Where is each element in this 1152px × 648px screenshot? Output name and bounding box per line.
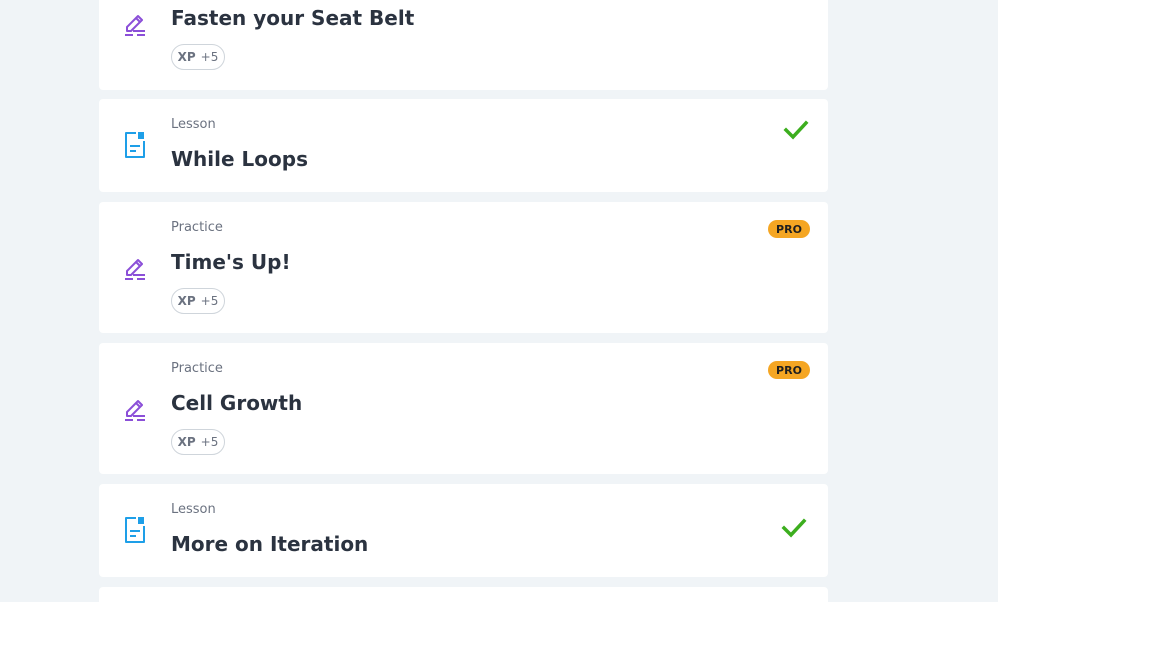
item-title: While Loops bbox=[171, 147, 308, 171]
item-title: Cell Growth bbox=[171, 391, 303, 415]
item-kind: Practice bbox=[171, 361, 223, 376]
item-title: Time's Up! bbox=[171, 250, 291, 274]
lesson-doc-icon bbox=[125, 132, 145, 158]
item-kind: Lesson bbox=[171, 502, 216, 517]
item-kind: Lesson bbox=[171, 117, 216, 132]
xp-badge: XP +5 bbox=[171, 288, 225, 314]
pencil-icon bbox=[125, 259, 145, 280]
xp-value: +5 bbox=[200, 50, 219, 64]
list-item-lesson[interactable]: Lesson While Loops bbox=[99, 99, 828, 192]
list-item-practice[interactable]: Practice Time's Up! XP +5 PRO bbox=[99, 202, 828, 333]
pencil-icon bbox=[125, 15, 145, 36]
pro-badge: PRO bbox=[768, 220, 810, 238]
item-title: Fasten your Seat Belt bbox=[171, 6, 415, 30]
course-content-panel: Fasten your Seat Belt XP +5 Lesson While… bbox=[0, 0, 998, 602]
list-item-practice[interactable]: Fasten your Seat Belt XP +5 bbox=[99, 0, 828, 90]
item-title: More on Iteration bbox=[171, 532, 369, 556]
xp-value: +5 bbox=[200, 294, 219, 308]
list-item-lesson[interactable]: Lesson More on Iteration bbox=[99, 484, 828, 577]
xp-label: XP bbox=[177, 294, 196, 308]
xp-badge: XP +5 bbox=[171, 44, 225, 70]
xp-label: XP bbox=[177, 435, 196, 449]
item-kind: Practice bbox=[171, 220, 223, 235]
completed-check-icon bbox=[781, 518, 807, 538]
pro-badge: PRO bbox=[768, 361, 810, 379]
pencil-icon bbox=[125, 400, 145, 421]
xp-value: +5 bbox=[200, 435, 219, 449]
xp-label: XP bbox=[177, 50, 196, 64]
xp-badge: XP +5 bbox=[171, 429, 225, 455]
list-item[interactable] bbox=[99, 587, 828, 602]
completed-check-icon bbox=[783, 120, 809, 140]
list-item-practice[interactable]: Practice Cell Growth XP +5 PRO bbox=[99, 343, 828, 474]
lesson-doc-icon bbox=[125, 517, 145, 543]
